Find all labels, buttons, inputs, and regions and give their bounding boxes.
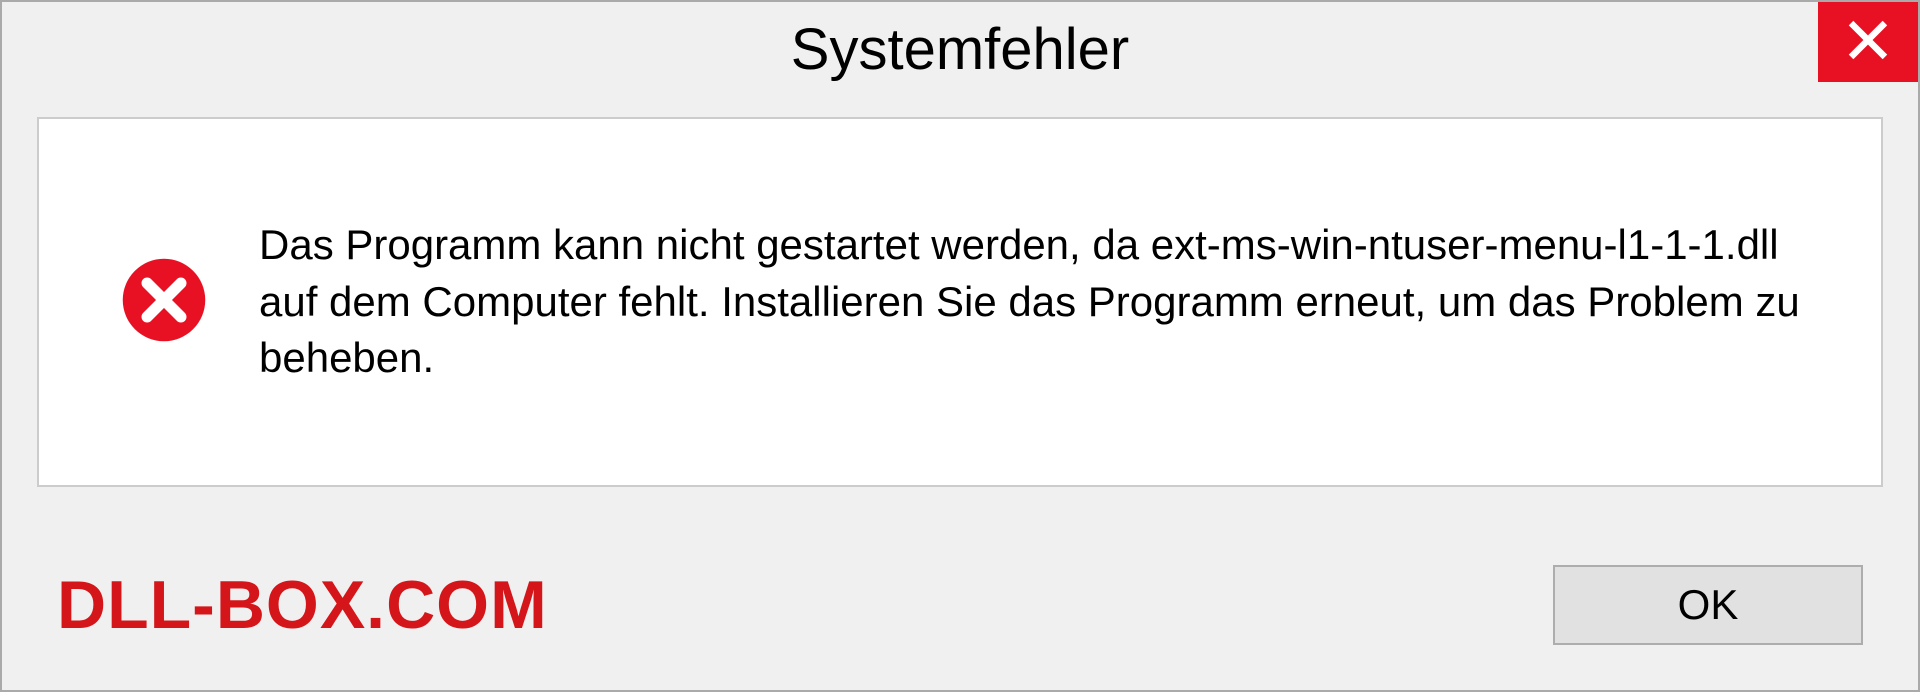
close-button[interactable]: [1818, 2, 1918, 82]
error-dialog: Systemfehler Das Programm kann nicht ges…: [0, 0, 1920, 692]
ok-button[interactable]: OK: [1553, 565, 1863, 645]
error-icon: [119, 255, 209, 350]
watermark-text: DLL-BOX.COM: [57, 566, 548, 644]
content-area: Das Programm kann nicht gestartet werden…: [37, 117, 1883, 487]
dialog-footer: DLL-BOX.COM OK: [2, 520, 1918, 690]
close-icon: [1846, 18, 1890, 67]
error-message: Das Programm kann nicht gestartet werden…: [259, 217, 1841, 387]
titlebar: Systemfehler: [2, 2, 1918, 97]
dialog-title: Systemfehler: [791, 16, 1129, 83]
